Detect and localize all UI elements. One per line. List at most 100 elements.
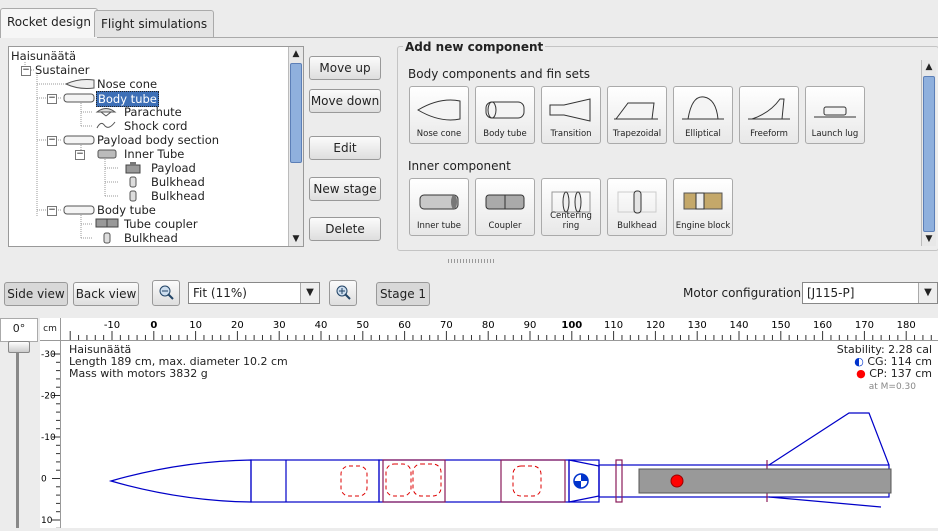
scroll-up-icon[interactable]: ▲ xyxy=(922,60,936,74)
zoom-select-value: Fit (11%) xyxy=(193,286,247,300)
rotation-angle-field[interactable]: 0° xyxy=(0,318,38,342)
vertical-ruler-ticks: -30 -20 -10 0 10 xyxy=(41,350,60,529)
component-tree[interactable]: Haisunäätä − Sustainer Nose cone − Body … xyxy=(8,46,304,247)
back-view-button[interactable]: Back view xyxy=(73,282,139,306)
edit-button[interactable]: Edit xyxy=(309,136,381,160)
add-bulkhead-button[interactable]: Bulkhead xyxy=(607,178,667,236)
add-engine-block-label: Engine block xyxy=(675,221,731,231)
rocket-mass: Mass with motors 3832 g xyxy=(69,367,208,380)
tree-item-rocket[interactable]: Haisunäätä xyxy=(11,49,76,63)
cp-readout: ● CP: 137 cm xyxy=(856,368,932,380)
ruler-tick-label: 40 xyxy=(315,320,328,331)
cp-marker xyxy=(670,474,684,488)
parachute-shape xyxy=(512,465,542,497)
inner-tube-icon xyxy=(97,149,117,159)
tree-item-body-tube[interactable]: Body tube xyxy=(97,203,156,217)
move-down-button[interactable]: Move down xyxy=(309,89,381,113)
zoom-out-button[interactable] xyxy=(152,280,180,306)
scroll-down-icon[interactable]: ▼ xyxy=(922,232,936,246)
inner-components-heading: Inner component xyxy=(408,159,511,173)
tree-item-bulkhead[interactable]: Bulkhead xyxy=(124,231,178,245)
splitter-handle[interactable] xyxy=(448,259,494,263)
tree-item-sustainer[interactable]: Sustainer xyxy=(35,63,89,77)
delete-button[interactable]: Delete xyxy=(309,217,381,241)
coupler-shape xyxy=(615,459,623,503)
collapse-icon[interactable]: − xyxy=(21,66,31,76)
collapse-icon[interactable]: − xyxy=(47,136,57,146)
chevron-down-icon[interactable]: ▼ xyxy=(918,283,937,303)
payload-shape xyxy=(412,463,442,497)
parachute-icon xyxy=(95,108,117,117)
add-transition-label: Transition xyxy=(550,129,592,139)
chevron-down-icon[interactable]: ▼ xyxy=(300,283,319,303)
tab-flight-simulations[interactable]: Flight simulations xyxy=(94,10,215,37)
scroll-up-icon[interactable]: ▲ xyxy=(289,47,303,61)
ruler-tick-label: 50 xyxy=(356,320,369,331)
side-view-button[interactable]: Side view xyxy=(4,282,68,306)
add-trapezoidal-fin-button[interactable]: Trapezoidal xyxy=(607,86,667,144)
tree-item-nose-cone[interactable]: Nose cone xyxy=(97,77,157,91)
add-bulkhead-label: Bulkhead xyxy=(617,221,657,231)
collapse-icon[interactable]: − xyxy=(47,94,57,104)
parachute-shape xyxy=(340,465,368,497)
zoom-in-button[interactable] xyxy=(329,280,357,306)
slider-handle[interactable] xyxy=(8,341,30,353)
scroll-down-icon[interactable]: ▼ xyxy=(289,232,303,246)
add-nose-cone-button[interactable]: Nose cone xyxy=(409,86,469,144)
bulkhead-icon xyxy=(129,190,137,202)
tree-item-shock-cord[interactable]: Shock cord xyxy=(124,119,187,133)
add-body-tube-button[interactable]: Body tube xyxy=(475,86,535,144)
ruler-tick-label: 0 xyxy=(150,320,157,331)
scrollbar-thumb[interactable] xyxy=(290,63,302,163)
payload-icon xyxy=(125,162,141,174)
add-nose-cone-label: Nose cone xyxy=(416,129,462,139)
ruler-tick-label: -30 xyxy=(41,350,56,360)
scrollbar-thumb[interactable] xyxy=(923,76,935,232)
motor-configuration-select[interactable]: [J115-P] ▼ xyxy=(802,282,938,304)
ruler-tick-label: 60 xyxy=(398,320,411,331)
tree-item-bulkhead[interactable]: Bulkhead xyxy=(151,175,205,189)
coupler-icon xyxy=(485,194,525,210)
move-up-button[interactable]: Move up xyxy=(309,56,381,80)
ruler-tick-label: 70 xyxy=(440,320,453,331)
add-coupler-button[interactable]: Coupler xyxy=(475,178,535,236)
zoom-select[interactable]: Fit (11%) ▼ xyxy=(188,282,320,304)
collapse-icon[interactable]: − xyxy=(75,150,85,160)
ruler-tick-label: 10 xyxy=(41,516,53,526)
tree-item-payload[interactable]: Payload xyxy=(151,161,196,175)
add-launch-lug-button[interactable]: Launch lug xyxy=(805,86,865,144)
tree-item-parachute[interactable]: Parachute xyxy=(124,105,182,119)
add-freeform-label: Freeform xyxy=(750,129,788,139)
add-engine-block-button[interactable]: Engine block xyxy=(673,178,733,236)
add-inner-tube-button[interactable]: Inner tube xyxy=(409,178,469,236)
new-stage-button[interactable]: New stage xyxy=(309,177,381,201)
ruler-tick-label: 120 xyxy=(646,320,665,331)
ruler-tick-label: 150 xyxy=(771,320,790,331)
add-freeform-fin-button[interactable]: Freeform xyxy=(739,86,799,144)
rotation-slider[interactable] xyxy=(0,341,36,528)
component-panel-scrollbar[interactable]: ▲ ▼ xyxy=(921,60,936,246)
stage-1-toggle[interactable]: Stage 1 xyxy=(376,282,430,306)
ruler-unit: cm xyxy=(40,318,61,341)
cp-icon: ● xyxy=(856,367,866,380)
ruler-tick-label: 140 xyxy=(729,320,748,331)
tab-rocket-design[interactable]: Rocket design xyxy=(0,8,98,38)
add-elliptical-fin-button[interactable]: Elliptical xyxy=(673,86,733,144)
body-tube-icon xyxy=(485,101,525,119)
ruler-tick-label: 10 xyxy=(189,320,202,331)
tree-item-bulkhead[interactable]: Bulkhead xyxy=(151,189,205,203)
tree-item-tube-coupler[interactable]: Tube coupler xyxy=(124,217,198,231)
bulkhead-icon xyxy=(617,190,657,214)
tree-item-payload-body-section[interactable]: Payload body section xyxy=(97,133,219,147)
motor-configuration-value: [J115-P] xyxy=(807,286,855,300)
collapse-icon[interactable]: − xyxy=(47,206,57,216)
add-transition-button[interactable]: Transition xyxy=(541,86,601,144)
tree-item-inner-tube[interactable]: Inner Tube xyxy=(124,147,184,161)
rocket-figure-canvas[interactable]: Haisunäätä Length 189 cm, max. diameter … xyxy=(61,341,938,528)
ruler-tick-label: -10 xyxy=(41,433,56,443)
tree-scrollbar[interactable]: ▲ ▼ xyxy=(288,47,303,246)
add-centering-ring-button[interactable]: Centering ring xyxy=(541,178,601,236)
bulkhead-icon xyxy=(129,176,137,188)
cp-value: CP: 137 cm xyxy=(869,367,932,380)
add-inner-tube-label: Inner tube xyxy=(416,221,462,231)
